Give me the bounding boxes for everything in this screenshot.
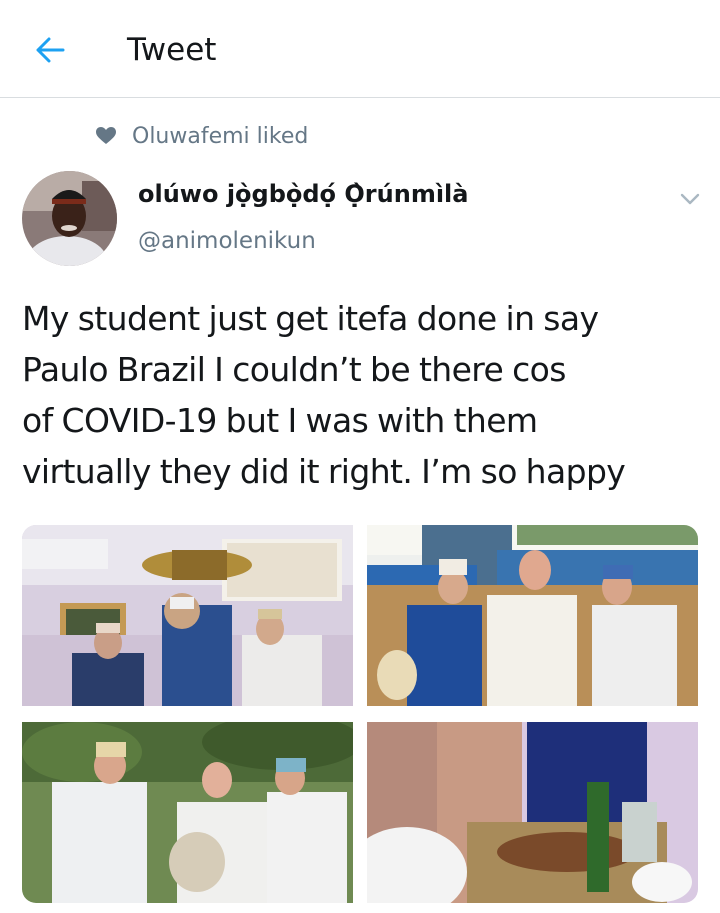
- tweet-text-line: Paulo Brazil I couldn’t be there cos: [22, 350, 566, 389]
- tweet-photo-1[interactable]: [22, 525, 353, 706]
- author-name[interactable]: olúwo jọ̀gbọ̀dọ́ Ọ̀rúnmìlà: [138, 180, 468, 208]
- tweet-text-line: virtually they did it right. I’m so happ…: [22, 452, 626, 491]
- tweet-text-line: My student just get itefa done in say: [22, 299, 599, 338]
- back-button[interactable]: [30, 32, 70, 72]
- chevron-down-icon: [680, 190, 700, 209]
- author-handle: @animolenikun: [138, 228, 316, 254]
- page-title: Tweet: [127, 32, 217, 68]
- social-context-label[interactable]: Oluwafemi liked: [132, 124, 308, 149]
- arrow-left-icon: [35, 37, 65, 67]
- tweet-text-line: of COVID-19 but I was with them: [22, 401, 538, 440]
- tweet-photo-2[interactable]: [367, 525, 698, 706]
- heart-icon: [95, 125, 117, 147]
- tweet-text: My student just get itefa done in say Pa…: [22, 293, 702, 497]
- app-header: Tweet: [0, 0, 720, 98]
- tweet-menu-button[interactable]: [672, 184, 708, 214]
- tweet-photo-3[interactable]: [22, 722, 353, 903]
- tweet-photo-4[interactable]: [367, 722, 698, 903]
- avatar[interactable]: [22, 171, 117, 266]
- social-context: Oluwafemi liked: [95, 119, 308, 153]
